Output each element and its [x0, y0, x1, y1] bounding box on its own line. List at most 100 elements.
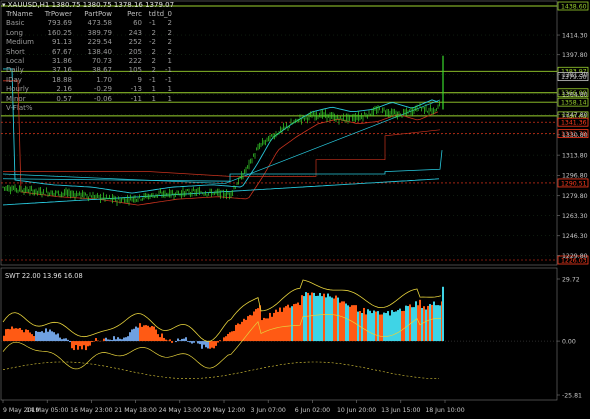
- time-tick-label: 6 Jun 02:00: [295, 407, 330, 414]
- oscillator-bar: [337, 297, 339, 342]
- table-cell: 2: [167, 19, 172, 28]
- oscillator-bar: [269, 312, 271, 342]
- price-label-text: 1358.14: [561, 100, 587, 107]
- oscillator-bar: [397, 310, 399, 342]
- oscillator-bar: [179, 340, 181, 342]
- oscillator-bar: [59, 337, 61, 342]
- oscillator-bar: [119, 338, 121, 342]
- oscillator-bar: [209, 341, 211, 349]
- table-row: Medium 91.13 229.54 252 -2 2: [6, 38, 172, 47]
- oscillator-bar: [231, 331, 233, 342]
- oscillator-bar: [109, 339, 111, 342]
- table-row: IDay 18.88 1.70 9 -1 -1: [6, 76, 172, 85]
- x-icon[interactable]: ▾: [2, 1, 6, 9]
- oscillator-bar: [129, 332, 131, 342]
- oscillator-bar: [347, 305, 349, 342]
- oscillator-bar: [329, 296, 331, 342]
- oscillator-bar: [189, 341, 191, 343]
- oscillator-bar: [411, 307, 413, 342]
- oscillator-bar: [365, 314, 367, 342]
- table-cell: -0.29: [93, 85, 112, 94]
- oscillator-bar: [241, 321, 243, 342]
- oscillator-bar: [275, 309, 277, 342]
- oscillator-bar: [227, 333, 229, 342]
- table-cell: 1.70: [96, 75, 112, 84]
- oscillator-bar: [91, 341, 93, 343]
- price-tick-label: 1397.80: [562, 52, 588, 59]
- oscillator-bar: [75, 341, 77, 346]
- oscillator-bar: [309, 295, 311, 342]
- time-tick-label: 13 Jun 15:00: [381, 407, 420, 414]
- table-cell: 1: [151, 94, 156, 103]
- oscillator-bar: [381, 314, 383, 342]
- table-cell: 229.54: [87, 38, 113, 47]
- oscillator-bar: [89, 341, 91, 346]
- oscillator-bar: [203, 341, 205, 345]
- table-cell: 1: [167, 57, 172, 66]
- oscillator-bar: [261, 320, 263, 342]
- oscillator-bar: [291, 306, 293, 342]
- oscillator-bar: [169, 339, 171, 342]
- table-cell: 31.86: [51, 57, 72, 66]
- oscillator-tick-label: 29.72: [562, 276, 580, 283]
- table-cell: -0.06: [93, 94, 112, 103]
- table-cell: Medium: [6, 38, 34, 47]
- price-label-text: 1438.60: [561, 3, 587, 10]
- oscillator-bar: [297, 302, 299, 342]
- oscillator-bar: [407, 306, 409, 342]
- oscillator-bar: [409, 304, 411, 342]
- oscillator-bar: [85, 341, 87, 351]
- price-tick-label: 1364.80: [562, 91, 588, 98]
- oscillator-bar: [69, 341, 71, 343]
- table-cell: 252: [128, 38, 142, 47]
- oscillator-bar: [435, 305, 437, 342]
- oscillator-bar: [357, 311, 359, 342]
- table-row: Short 67.67 138.40 205 2 2: [6, 48, 172, 57]
- table-cell: 205: [128, 47, 142, 56]
- table-cell: 160.25: [47, 28, 73, 37]
- oscillator-bar: [399, 308, 401, 342]
- oscillator-bar: [331, 297, 333, 342]
- indicator-label: SWT 22.00 13.96 16.08: [5, 272, 83, 280]
- oscillator-bar: [277, 311, 279, 342]
- price-tick-label: 1263.30: [562, 213, 588, 220]
- oscillator-bar: [37, 331, 39, 342]
- oscillator-bar: [49, 329, 51, 342]
- oscillator-bar: [245, 319, 247, 342]
- table-cell: Hourly: [6, 85, 29, 94]
- oscillator-bar: [349, 306, 351, 342]
- oscillator-bar: [11, 326, 13, 342]
- table-cell: 793.69: [47, 19, 73, 28]
- oscillator-bar: [53, 332, 55, 342]
- table-cell: Local: [6, 57, 25, 66]
- oscillator-bar: [273, 312, 275, 342]
- table-cell: 0.57: [56, 94, 72, 103]
- table-row: Daily 37.16 38.67 105 2 -1: [6, 66, 172, 75]
- oscillator-bar: [155, 329, 157, 342]
- time-tick-label: 24 May 13:00: [159, 407, 201, 414]
- oscillator-bar: [295, 303, 297, 342]
- table-cell: 243: [128, 28, 142, 37]
- oscillator-bar: [327, 293, 329, 342]
- table-cell: V-Flat%: [6, 104, 33, 113]
- table-cell: 389.79: [87, 28, 113, 37]
- oscillator-bar: [177, 338, 179, 342]
- oscillator-bar: [185, 337, 187, 342]
- oscillator-bar: [183, 338, 185, 342]
- oscillator-bar: [127, 336, 129, 342]
- table-cell: 138.40: [87, 47, 113, 56]
- oscillator-bar: [315, 295, 317, 342]
- oscillator-bar: [229, 332, 231, 342]
- oscillator-bar: [149, 327, 151, 342]
- oscillator-bar: [371, 313, 373, 342]
- price-tick-label: 1246.30: [562, 233, 588, 240]
- table-row: Hourly 2.16 -0.29 -13 1 1: [6, 85, 172, 94]
- oscillator-bar: [135, 326, 137, 342]
- oscillator-bar: [181, 338, 183, 342]
- oscillator-bar: [285, 306, 287, 342]
- symbol-header: ▾ XAUUSD,H1 1380.75 1380.75 1378.16 1379…: [2, 1, 174, 9]
- oscillator-bar: [5, 329, 7, 342]
- table-cell: 60: [133, 19, 142, 28]
- oscillator-bar: [27, 329, 29, 342]
- oscillator-bar: [141, 326, 143, 342]
